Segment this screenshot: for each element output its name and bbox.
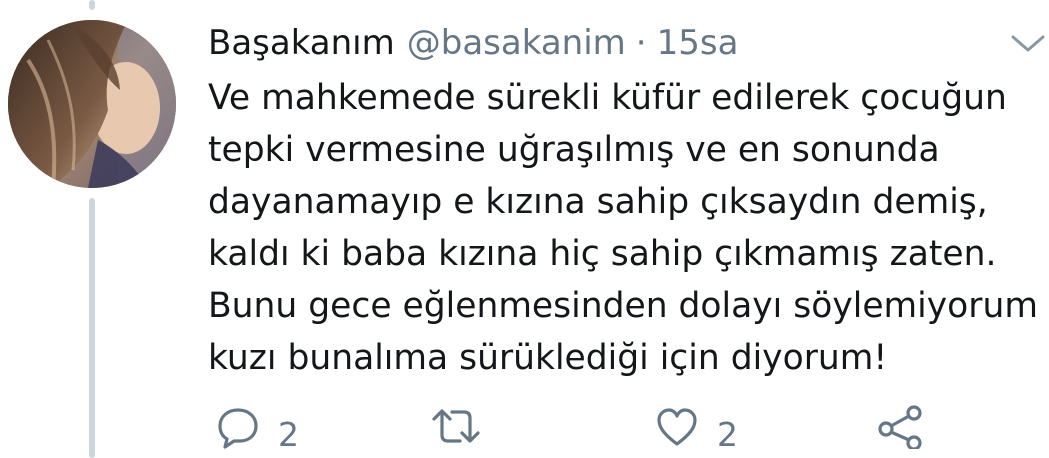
timestamp[interactable]: 15sa: [657, 23, 739, 63]
reply-button[interactable]: 2: [216, 405, 299, 458]
tweet-text-line: tepki vermesine uğraşılmış ve en sonunda: [208, 130, 940, 170]
chevron-down-icon[interactable]: [1010, 28, 1046, 58]
retweet-button[interactable]: [430, 405, 482, 458]
like-button[interactable]: 2: [655, 405, 738, 458]
tweet-text-line: Bunu gece eğlenmesinden dolayı söylemiyo…: [208, 286, 1038, 326]
avatar[interactable]: [8, 20, 176, 188]
thread-line-bottom: [89, 198, 95, 458]
thread-line-top: [89, 0, 95, 10]
reply-count: 2: [278, 415, 299, 454]
user-handle[interactable]: @basakanim: [407, 23, 626, 63]
tweet-text-line: dayanamayıp e kızına sahip çıksaydın dem…: [208, 182, 988, 222]
tweet-actions: 2 2: [208, 405, 1048, 458]
tweet-header: Başakanım @basakanim · 15sa: [208, 18, 738, 68]
share-button[interactable]: [876, 405, 924, 458]
tweet-text-line: kuzı bunalıma sürüklediği için diyorum!: [208, 338, 888, 378]
share-icon: [878, 405, 922, 449]
tweet-text-line: Ve mahkemede sürekli küfür edilerek çocu…: [208, 78, 1007, 118]
like-count: 2: [717, 415, 738, 454]
separator-dot: ·: [635, 23, 647, 63]
display-name[interactable]: Başakanım: [208, 23, 395, 63]
tweet-text-line: kaldı ki baba kızına hiç sahip çıkmamış …: [208, 234, 997, 274]
avatar-photo: [8, 20, 176, 188]
reply-icon: [218, 408, 258, 449]
retweet-icon: [432, 409, 480, 443]
heart-icon: [657, 408, 697, 446]
tweet-text: Ve mahkemede sürekli küfür edilerek çocu…: [208, 72, 1048, 384]
